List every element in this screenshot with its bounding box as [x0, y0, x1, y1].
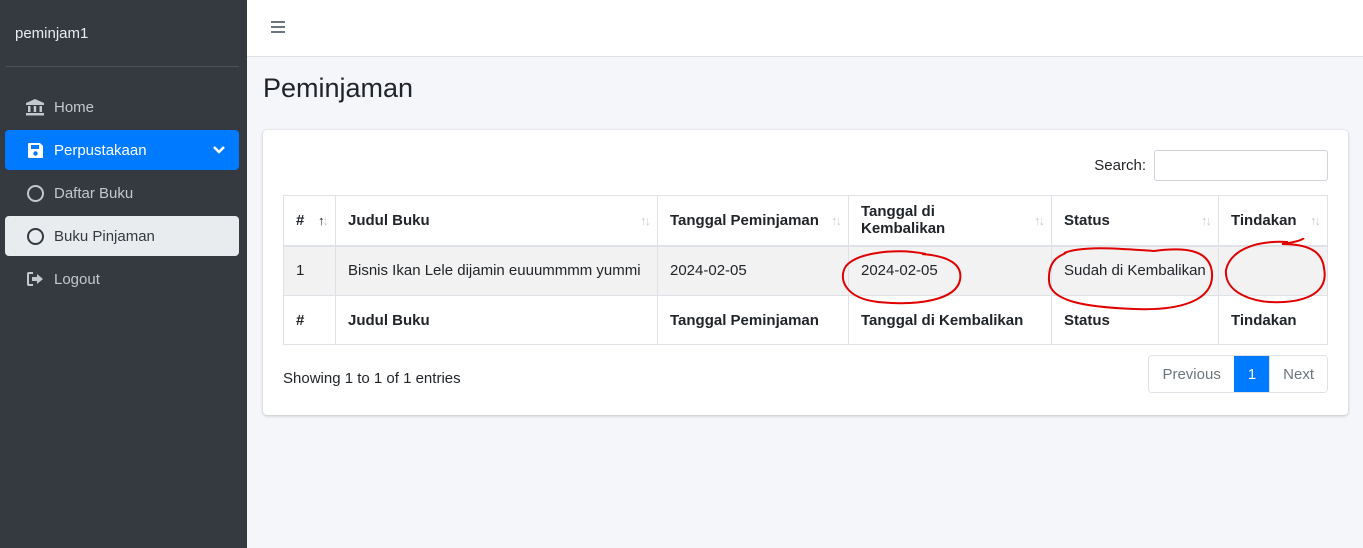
cell-number: 1: [283, 245, 336, 296]
peminjaman-card: Search: # ↑↓ Judul Buku ↑↓ Tanggal Peminja…: [263, 130, 1348, 415]
sidebar: peminjam1 Home Perpustakaan Daftar Buku …: [0, 0, 247, 548]
bank-icon: [25, 97, 45, 117]
sidebar-item-logout[interactable]: Logout: [5, 259, 239, 299]
sort-icon: ↑↓: [1034, 213, 1045, 228]
sidebar-nav: Home Perpustakaan Daftar Buku Buku Pinja…: [0, 87, 247, 299]
peminjaman-table: # ↑↓ Judul Buku ↑↓ Tanggal Peminjaman ↑↓ Ta…: [283, 195, 1328, 345]
cell-tanggal-peminjaman: 2024-02-05: [657, 245, 849, 296]
top-navbar: [247, 0, 1363, 57]
cell-judul-buku: Bisnis Ikan Lele dijamin euuummmm yummi: [335, 245, 658, 296]
sidebar-item-perpustakaan[interactable]: Perpustakaan: [5, 130, 239, 170]
sidebar-item-buku-pinjaman[interactable]: Buku Pinjaman: [5, 216, 239, 256]
menu-toggle-icon[interactable]: [271, 21, 285, 35]
sidebar-item-label: Perpustakaan: [54, 141, 147, 159]
pagination-previous-button[interactable]: Previous: [1149, 356, 1234, 392]
sidebar-item-daftar-buku[interactable]: Daftar Buku: [5, 173, 239, 213]
cell-tindakan: [1218, 245, 1328, 296]
sign-out-icon: [25, 269, 45, 289]
footer-header-number: #: [283, 295, 336, 345]
column-header-status[interactable]: Status ↑↓: [1051, 195, 1219, 247]
circle-icon: [25, 226, 45, 246]
sort-icon: ↑↓: [640, 213, 651, 228]
page-title: Peminjaman: [263, 73, 414, 103]
sidebar-item-label: Logout: [54, 270, 100, 288]
sort-icon: ↑↓: [1310, 213, 1321, 228]
pagination-next-button[interactable]: Next: [1269, 356, 1327, 392]
column-header-tanggal-peminjaman[interactable]: Tanggal Peminjaman ↑↓: [657, 195, 849, 247]
footer-header-tindakan: Tindakan: [1218, 295, 1328, 345]
chevron-down-icon: [213, 142, 225, 159]
footer-header-tanggal-kembali: Tanggal di Kembalikan: [848, 295, 1052, 345]
column-header-judul-buku[interactable]: Judul Buku ↑↓: [335, 195, 658, 247]
sort-icon: ↑↓: [831, 213, 842, 228]
cell-status: Sudah di Kembalikan: [1051, 245, 1219, 296]
sidebar-item-label: Daftar Buku: [54, 184, 134, 202]
pagination: Previous 1 Next: [1148, 355, 1328, 393]
sort-asc-icon: ↑↓: [318, 213, 329, 228]
cell-tanggal-kembali: 2024-02-05: [848, 245, 1052, 296]
pagination-page-1[interactable]: 1: [1233, 356, 1270, 392]
table-row: 1 Bisnis Ikan Lele dijamin euuummmm yumm…: [283, 245, 1328, 296]
column-header-number[interactable]: # ↑↓: [283, 195, 336, 247]
search-input[interactable]: [1154, 150, 1328, 181]
circle-icon: [25, 183, 45, 203]
footer-header-status: Status: [1051, 295, 1219, 345]
column-header-tanggal-kembali[interactable]: Tanggal di Kembalikan ↑↓: [848, 195, 1052, 247]
save-icon: [25, 140, 45, 160]
sidebar-item-home[interactable]: Home: [5, 87, 239, 127]
table-info: Showing 1 to 1 of 1 entries: [283, 370, 461, 387]
sidebar-item-label: Home: [54, 98, 95, 116]
sort-icon: ↑↓: [1201, 213, 1212, 228]
brand-user[interactable]: peminjam1: [6, 0, 239, 67]
column-header-tindakan[interactable]: Tindakan ↑↓: [1218, 195, 1328, 247]
sidebar-item-label: Buku Pinjaman: [54, 227, 155, 245]
search-box: Search:: [1094, 150, 1328, 181]
search-label: Search:: [1094, 157, 1146, 174]
footer-header-tanggal-peminjaman: Tanggal Peminjaman: [657, 295, 849, 345]
footer-header-judul-buku: Judul Buku: [335, 295, 658, 345]
